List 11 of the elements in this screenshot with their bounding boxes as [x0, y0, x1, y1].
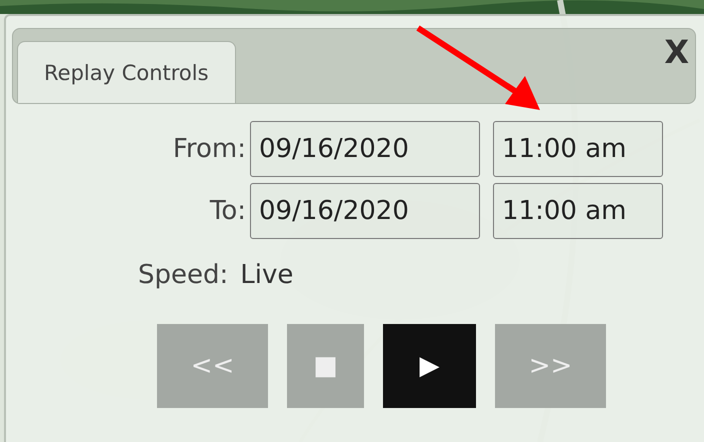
speed-value: Live: [240, 260, 294, 290]
date-field[interactable]: 09/16/2020: [250, 121, 480, 177]
speed-label: Speed:: [138, 260, 228, 290]
field-label: From:: [172, 134, 247, 164]
close-button[interactable]: X: [660, 29, 693, 75]
time-field[interactable]: 11:00 am: [493, 183, 663, 239]
replay-tab[interactable]: Replay Controls: [17, 41, 236, 103]
play-button[interactable]: ▶: [383, 324, 476, 408]
field-label: To:: [208, 196, 247, 226]
date-field[interactable]: 09/16/2020: [250, 183, 480, 239]
time-field[interactable]: 11:00 am: [493, 121, 663, 177]
